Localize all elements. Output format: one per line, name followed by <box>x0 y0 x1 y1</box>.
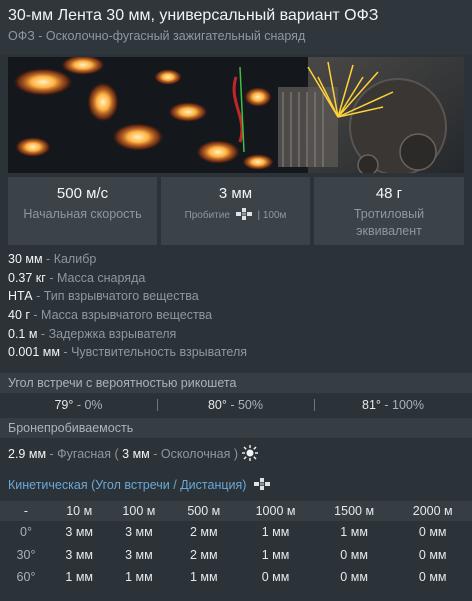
explosion-icon <box>241 445 258 464</box>
stat-label: Пробитие | 100м <box>161 208 310 223</box>
table-cell: 1 мм <box>340 525 368 540</box>
property-explosive-type: НТА - Тип взрывчатого вещества <box>8 289 199 304</box>
penetration-target-icon <box>253 478 270 493</box>
stat-label: Начальная скорость <box>23 207 142 221</box>
table-corner: - <box>0 501 52 521</box>
penetration-section-title: Бронепробиваемость <box>0 418 472 438</box>
property-caliber: 30 мм - Калибр <box>8 252 97 266</box>
ricochet-section-title: Угол встречи с вероятностью рикошета <box>0 373 472 393</box>
table-cell: 1 мм <box>189 570 218 585</box>
table-cell: 3 мм <box>125 547 153 562</box>
stat-value: 48 г <box>375 185 403 202</box>
table-cell: 1 мм <box>65 570 94 585</box>
table-cell: 3 мм <box>65 547 94 562</box>
column-header: 2000 м <box>393 501 472 521</box>
page-title: 30-мм Лента 30 мм, универсальный вариант… <box>8 7 379 24</box>
kinetic-penetration-title: Кинетическая (Угол встречи / Дистанция) <box>8 478 270 493</box>
penetration-summary: 2.9 мм - Фугасная ( 3 мм - Осколочная ) <box>8 445 258 464</box>
ricochet-item: 80° - 50% <box>207 398 264 412</box>
shell-impact-image <box>8 57 464 173</box>
column-header: 100 м <box>106 501 172 521</box>
table-cell: 0 мм <box>418 525 447 540</box>
table-cell: 3 мм <box>125 525 153 540</box>
column-header: 500 м <box>171 501 237 521</box>
table-cell: 2 мм <box>189 525 218 540</box>
column-header: 10 м <box>52 501 107 521</box>
table-cell: 1 мм <box>125 570 153 585</box>
table-row: 0° 3 мм 3 мм 2 мм 1 мм 1 мм 0 мм <box>0 521 472 544</box>
stat-value: 3 мм <box>218 185 253 202</box>
table-cell: 0 мм <box>418 570 447 585</box>
row-header: 30° <box>16 547 36 562</box>
stat-tnt-equivalent: 48 г Тротиловый эквивалент <box>314 177 464 245</box>
table-cell: 1 мм <box>261 525 290 540</box>
page-subtitle: ОФЗ - Осколочно-фугасный зажигательный с… <box>8 29 306 43</box>
stat-label-prefix: Пробитие <box>184 210 230 222</box>
ricochet-row: 79° - 0% 80° - 50% 81° - 100% <box>0 395 472 415</box>
stat-value: 500 м/с <box>56 185 109 202</box>
stat-label-suffix: | 100м <box>257 210 287 222</box>
table-cell: 3 мм <box>65 525 94 540</box>
ricochet-item: 79° - 0% <box>54 398 103 412</box>
penetration-table: - 10 м 100 м 500 м 1000 м 1500 м 2000 м … <box>0 501 472 589</box>
header: 30-мм Лента 30 мм, универсальный вариант… <box>0 0 472 55</box>
stat-muzzle-velocity: 500 м/с Начальная скорость <box>8 177 157 245</box>
stat-label: Тротиловый эквивалент <box>353 207 425 238</box>
table-header-row: - 10 м 100 м 500 м 1000 м 1500 м 2000 м <box>0 501 472 521</box>
penetration-target-icon <box>235 208 252 223</box>
property-fuse-sensitivity: 0.001 мм - Чувствительность взрывателя <box>8 345 248 360</box>
property-fuse-delay: 0.1 м - Задержка взрывателя <box>8 326 177 341</box>
table-cell: 1 мм <box>261 547 290 562</box>
table-cell: 0 мм <box>418 547 447 562</box>
row-header: 60° <box>16 570 36 585</box>
property-shell-mass: 0.37 кг - Масса снаряда <box>8 270 146 285</box>
column-header: 1000 м <box>236 501 315 521</box>
ricochet-item: 81° - 100% <box>362 398 424 412</box>
table-cell: 0 мм <box>340 570 368 585</box>
table-cell: 2 мм <box>189 547 218 562</box>
properties-list: 30 мм - Калибр 0.37 кг - Масса снаряда Н… <box>8 252 468 364</box>
row-header: 0° <box>20 525 32 540</box>
explosion-illustration <box>8 57 464 173</box>
property-explosive-mass: 40 г - Масса взрывчатого вещества <box>8 308 213 323</box>
stat-penetration: 3 мм Пробитие | 100м <box>161 177 310 245</box>
table-cell: 0 мм <box>261 570 290 585</box>
table-row: 60° 1 мм 1 мм 1 мм 0 мм 0 мм 0 мм <box>0 566 472 589</box>
table-cell: 0 мм <box>340 547 368 562</box>
column-header: 1500 м <box>314 501 394 521</box>
table-row: 30° 3 мм 3 мм 2 мм 1 мм 0 мм 0 мм <box>0 544 472 567</box>
